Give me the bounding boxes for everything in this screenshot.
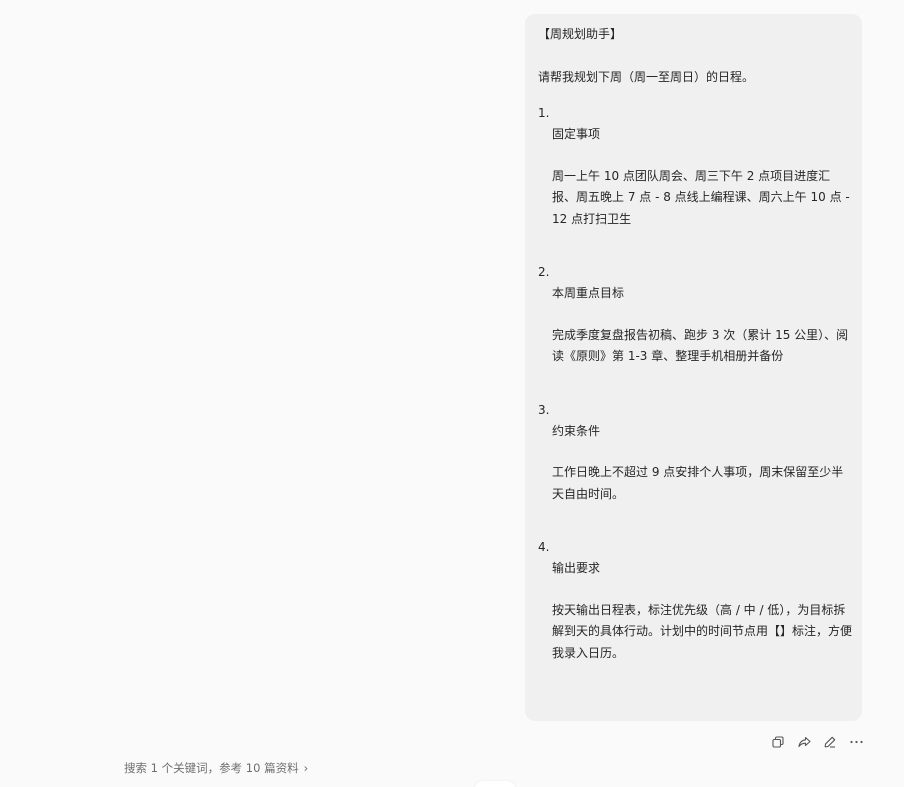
section-heading: 约束条件: [552, 423, 601, 438]
section-heading: 输出要求: [552, 561, 601, 575]
section-number: 4.: [538, 540, 550, 554]
section-number: 2.: [538, 265, 550, 279]
search-reference-label: 搜索 1 个关键词，参考 10 篇资料: [124, 761, 299, 775]
section-body: 周一上午 10 点团队周会、周三下午 2 点项目进度汇报、周五晚上 7 点 - …: [552, 168, 850, 226]
section-heading: 本周重点目标: [552, 286, 625, 300]
section-body: 工作日晚上不超过 9 点安排个人事项，周末保留至少半天自由时间。: [552, 465, 844, 501]
copy-button[interactable]: [765, 733, 791, 751]
section-number: 3.: [538, 402, 550, 417]
section-constraints: 3. 约束条件 工作日晚上不超过 9 点安排个人事项，周末保留至少半天自由时间。: [538, 400, 852, 506]
share-button[interactable]: [791, 733, 817, 751]
scroll-to-bottom-button[interactable]: [474, 781, 516, 787]
message-actions: [765, 733, 869, 751]
copy-icon: [772, 736, 784, 748]
more-icon: [849, 740, 863, 744]
edit-button[interactable]: [817, 733, 843, 751]
section-output-requirements: 4. 输出要求 按天输出日程表，标注优先级（高 / 中 / 低），为目标拆解到天…: [538, 537, 852, 664]
section-heading: 固定事项: [552, 127, 601, 141]
section-body: 按天输出日程表，标注优先级（高 / 中 / 低），为目标拆解到天的具体行动。计划…: [552, 602, 853, 660]
search-reference-link[interactable]: 搜索 1 个关键词，参考 10 篇资料 ›: [124, 760, 308, 776]
chat-view: 【周规划助手】 请帮我规划下周（周一至周日）的日程。 1. 固定事项 周一上午 …: [0, 0, 904, 787]
user-message-bubble: 【周规划助手】 请帮我规划下周（周一至周日）的日程。 1. 固定事项 周一上午 …: [525, 14, 862, 721]
message-title: 【周规划助手】: [538, 27, 623, 41]
message-intro: 请帮我规划下周（周一至周日）的日程。: [538, 69, 755, 84]
section-number: 1.: [538, 106, 550, 120]
edit-icon: [824, 736, 836, 748]
section-fixed-items: 1. 固定事项 周一上午 10 点团队周会、周三下午 2 点项目进度汇报、周五晚…: [538, 103, 852, 230]
section-weekly-goals: 2. 本周重点目标 完成季度复盘报告初稿、跑步 3 次（累计 15 公里）、阅读…: [538, 262, 852, 368]
more-button[interactable]: [843, 733, 869, 751]
chevron-right-icon: ›: [303, 761, 309, 775]
section-body: 完成季度复盘报告初稿、跑步 3 次（累计 15 公里）、阅读《原则》第 1-3 …: [552, 327, 849, 364]
share-icon: [797, 736, 811, 748]
